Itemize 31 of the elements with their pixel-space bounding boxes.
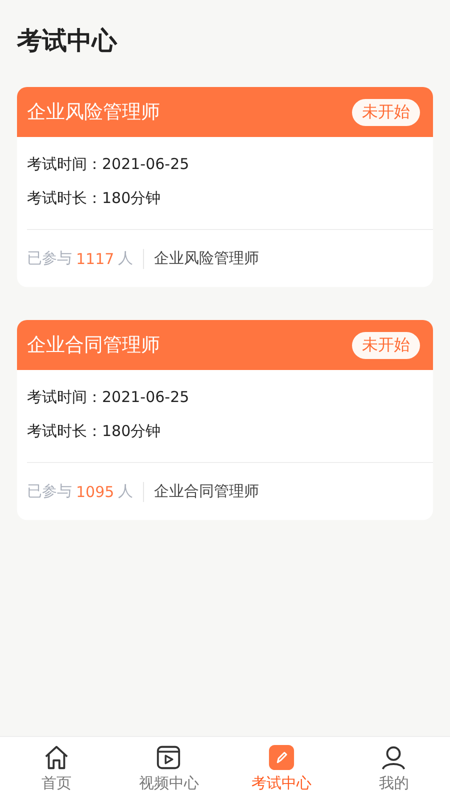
user-icon (380, 744, 408, 771)
tab[interactable]: 考试中心 (225, 737, 338, 800)
participants-suffix: 人 (118, 249, 134, 268)
status-badge: 未开始 (352, 332, 420, 358)
exam-title: 企业风险管理师 (27, 100, 160, 125)
status-badge: 未开始 (352, 98, 420, 126)
participants-prefix: 已参与 (27, 482, 72, 501)
pencil-icon (268, 744, 295, 771)
page-title: 考试中心 (17, 25, 118, 57)
detail-label: 考试时长： (27, 422, 102, 440)
detail-value: 2021-06-25 (102, 388, 190, 406)
participants-suffix: 人 (118, 482, 134, 501)
exam-category: 企业风险管理师 (154, 249, 260, 268)
participants-prefix: 已参与 (27, 249, 72, 268)
detail-value: 180分钟 (102, 189, 161, 207)
detail-label: 考试时间： (27, 155, 102, 173)
video-icon (155, 744, 182, 771)
detail-value: 2021-06-25 (102, 155, 190, 173)
participants-count: 1117 (76, 250, 114, 268)
exam-category: 企业合同管理师 (154, 482, 260, 501)
tab[interactable]: 首页 (0, 737, 112, 800)
exam-title: 企业合同管理师 (27, 333, 160, 358)
detail-label: 考试时长： (27, 189, 102, 207)
tab[interactable]: 我的 (338, 737, 450, 800)
exam-card[interactable]: 企业合同管理师 未开始 考试时间：2021-06-25 考试时长：180分钟 已参与 1095 人 企业合同管理师 (17, 320, 433, 520)
tab[interactable]: 视频中心 (112, 737, 225, 800)
detail-label: 考试时间： (27, 388, 102, 406)
home-icon (42, 744, 70, 771)
participants-count: 1095 (76, 482, 114, 500)
exam-card[interactable]: 企业风险管理师 未开始 考试时间：2021-06-25 考试时长：180分钟 已参与 1117 人 企业风险管理师 (17, 87, 433, 287)
detail-value: 180分钟 (102, 422, 161, 440)
